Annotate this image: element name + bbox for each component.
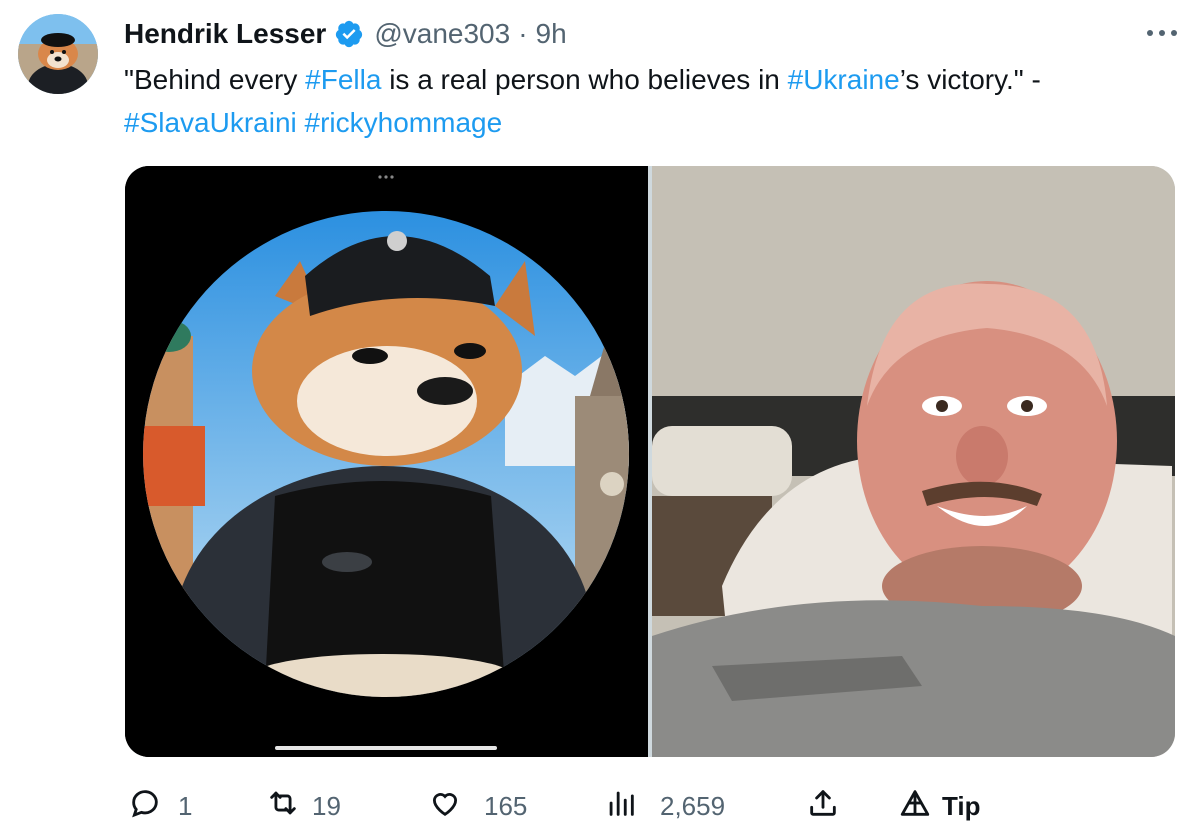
retweet-icon (266, 786, 300, 827)
tweet-timestamp[interactable]: 9h (536, 18, 567, 50)
retweet-count: 19 (312, 790, 341, 821)
separator-dot: · (518, 18, 528, 49)
like-count: 165 (484, 790, 528, 821)
media-image-selfie[interactable] (652, 166, 1175, 757)
share-icon (806, 786, 840, 827)
share-button[interactable] (806, 786, 840, 827)
reply-icon (128, 786, 162, 827)
author-name[interactable]: Hendrik Lesser (124, 18, 326, 50)
text-segment: ’s victory." - (899, 64, 1041, 95)
reply-button[interactable]: 1 (128, 786, 192, 827)
tweet-header: Hendrik Lesser @vane303 · 9h (124, 14, 1180, 54)
hashtag-link[interactable]: #Fella (305, 64, 381, 95)
verified-badge-icon[interactable] (334, 19, 364, 49)
like-button[interactable]: 165 (428, 786, 527, 827)
hashtag-link[interactable]: #rickyhommage (305, 107, 503, 138)
views-icon (604, 786, 638, 827)
retweet-button[interactable]: 19 (266, 786, 341, 827)
media-image-doge-avatar[interactable] (125, 166, 648, 757)
avatar[interactable] (18, 14, 98, 94)
views-count: 2,659 (660, 790, 726, 821)
tweet-card[interactable]: Hendrik Lesser @vane303 · 9h "Behind eve… (0, 0, 1200, 832)
tweet-media (125, 166, 1175, 757)
hashtag-link[interactable]: #Ukraine (788, 64, 900, 95)
action-bar: 1 19 165 2,659 Tip (128, 784, 1180, 828)
tweet-text: "Behind every #Fella is a real person wh… (124, 58, 1164, 144)
tip-button[interactable]: Tip (898, 786, 981, 827)
text-segment (297, 107, 305, 138)
text-segment: is a real person who believes in (381, 64, 788, 95)
tip-label: Tip (942, 790, 981, 821)
like-icon (428, 786, 462, 827)
tip-icon (898, 786, 932, 827)
reply-count: 1 (178, 790, 193, 821)
more-options-icon[interactable] (1144, 18, 1180, 42)
text-segment: "Behind every (124, 64, 306, 95)
author-handle[interactable]: @vane303 (374, 18, 510, 50)
views-button[interactable]: 2,659 (604, 786, 725, 827)
hashtag-link[interactable]: #SlavaUkraini (124, 107, 297, 138)
